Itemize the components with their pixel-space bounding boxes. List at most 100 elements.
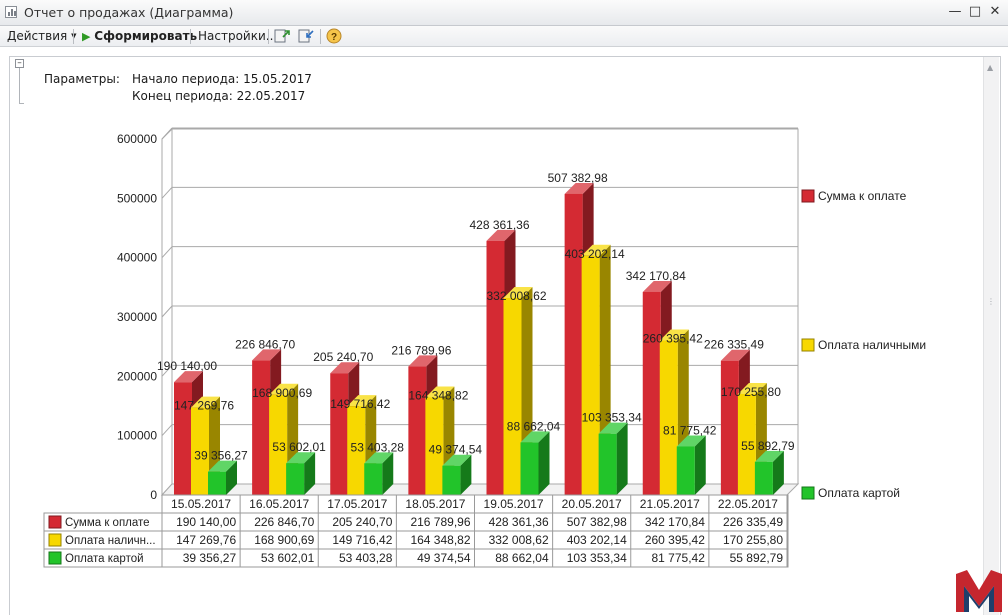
table-cell: 81 775,42 [651,551,705,565]
table-cell: 342 170,84 [645,515,705,529]
data-label: 205 240,70 [313,350,373,364]
x-tick-label: 18.05.2017 [405,497,465,511]
data-label: 55 892,79 [741,439,795,453]
table-cell: 507 382,98 [567,515,627,529]
legend-label: Оплата наличными [818,338,926,352]
table-cell: 55 892,79 [730,551,784,565]
table-cell: 226 846,70 [254,515,314,529]
table-swatch [48,515,62,529]
table-cell: 149 716,42 [332,533,392,547]
table-cell: 216 789,96 [410,515,470,529]
bar-side [538,431,550,495]
table-cell: 260 395,42 [645,533,705,547]
scroll-up-icon[interactable]: ▲ [987,63,993,72]
data-label: 428 361,36 [469,218,529,232]
bar [364,463,383,495]
bar [286,463,305,495]
legend-label: Оплата картой [818,486,900,500]
x-tick-label: 20.05.2017 [562,497,622,511]
y-tick-label: 300000 [117,310,157,324]
data-label: 49 374,54 [429,443,483,457]
table-cell: 170 255,80 [723,533,783,547]
data-label: 507 382,98 [548,171,608,185]
bar [676,446,695,495]
x-tick-label: 16.05.2017 [249,497,309,511]
table-cell: 147 269,76 [176,533,236,547]
data-label: 226 846,70 [235,337,295,351]
bar [754,461,773,495]
data-label: 53 403,28 [351,440,405,454]
y-tick-label: 200000 [117,369,157,383]
table-cell: 103 353,34 [567,551,627,565]
data-label: 147 269,76 [174,399,234,413]
bar [642,291,661,495]
bar-side [616,422,628,495]
legend-label: Сумма к оплате [818,189,907,203]
data-label: 53 602,01 [272,440,326,454]
table-cell: 332 008,62 [489,533,549,547]
x-tick-label: 22.05.2017 [718,497,778,511]
table-cell: 190 140,00 [176,515,236,529]
legend-swatch [801,189,815,203]
table-cell: 205 240,70 [332,515,392,529]
y-tick-label: 100000 [117,429,157,443]
table-swatch [48,533,62,547]
data-label: 190 140,00 [157,359,217,373]
table-cell: 168 900,69 [254,533,314,547]
table-cell: 164 348,82 [410,533,470,547]
bar [564,193,583,495]
bar [408,366,427,495]
data-label: 164 348,82 [408,388,468,402]
data-label: 149 716,42 [330,397,390,411]
x-tick-label: 21.05.2017 [640,497,700,511]
table-cell: 53 403,28 [339,551,393,565]
x-tick-label: 19.05.2017 [484,497,544,511]
data-label: 226 335,49 [704,338,764,352]
y-tick-label: 0 [150,488,157,502]
table-series-name: Оплата наличн... [65,535,156,547]
bar [720,360,739,495]
legend-swatch [801,486,815,500]
data-label: 342 170,84 [626,269,686,283]
y-tick-label: 600000 [117,132,157,146]
table-swatch [48,551,62,565]
table-cell: 49 374,54 [417,551,471,565]
bar [252,360,271,495]
y-tick-label: 500000 [117,191,157,205]
x-tick-label: 15.05.2017 [171,497,231,511]
data-label: 260 395,42 [643,331,703,345]
x-tick-label: 17.05.2017 [327,497,387,511]
legend-swatch [801,338,815,352]
bar [486,240,505,495]
y-tick-label: 400000 [117,251,157,265]
bar [442,465,461,495]
data-label: 168 900,69 [252,386,312,400]
data-label: 39 356,27 [194,449,248,463]
scroll-thumb-icon[interactable]: ⋮ [987,297,995,306]
data-label: 81 775,42 [663,423,717,437]
table-cell: 53 602,01 [261,551,315,565]
vertical-scrollbar[interactable]: ▲ ⋮ [983,57,999,615]
table-series-name: Оплата картой [65,553,144,565]
table-series-name: Сумма к оплате [65,517,150,529]
bar [330,373,349,495]
sales-chart: 0 100000 200000 300000 400000 500000 600000 190… [43,127,926,568]
bar [659,340,678,495]
brand-logo-icon [956,570,1002,612]
table-cell: 39 356,27 [183,551,237,565]
data-label: 403 202,14 [565,247,625,261]
data-label: 103 353,34 [582,411,642,425]
table-cell: 403 202,14 [567,533,627,547]
table-cell: 88 662,04 [495,551,549,565]
bar [503,298,522,495]
data-label: 332 008,62 [486,289,546,303]
bar [581,255,600,495]
table-cell: 428 361,36 [489,515,549,529]
data-label: 216 789,96 [391,343,451,357]
table-cell: 226 335,49 [723,515,783,529]
bar [598,433,617,495]
data-label: 170 255,80 [721,385,781,399]
bar [520,442,539,495]
bar [208,471,226,495]
data-label: 88 662,04 [507,419,561,433]
